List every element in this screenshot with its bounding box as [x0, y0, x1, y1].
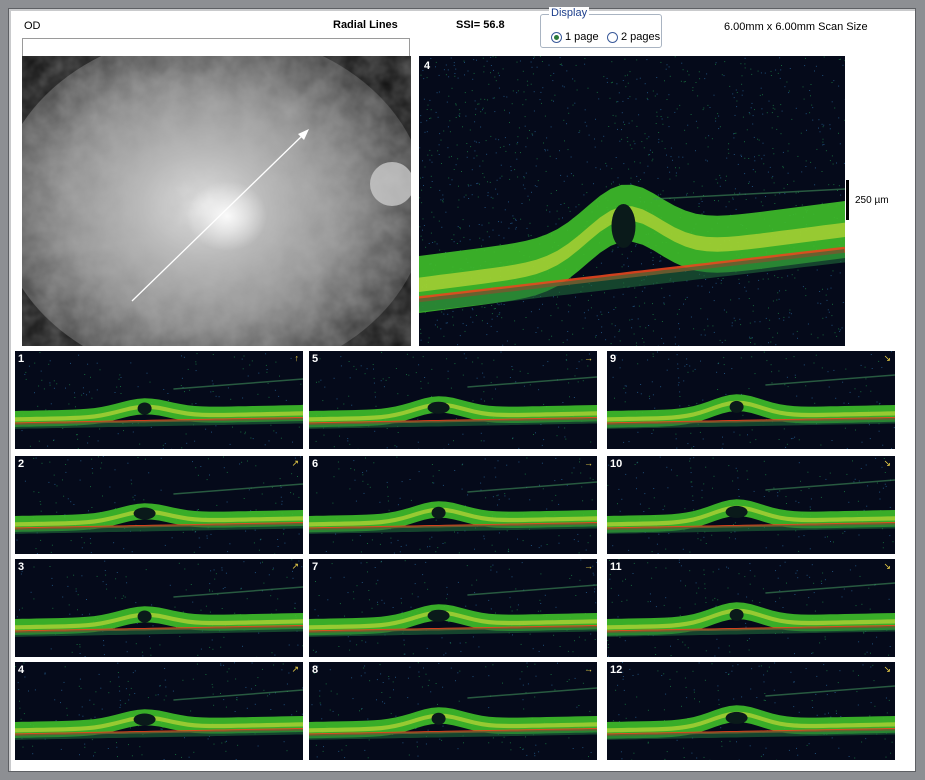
oct-thumbnail-1[interactable]: 1 ↑: [15, 351, 303, 449]
direction-arrow-icon: ↘: [883, 353, 891, 363]
direction-arrow-icon: ↗: [291, 458, 299, 468]
direction-arrow-icon: ↘: [883, 458, 891, 468]
thumbnail-number: 8: [312, 664, 319, 676]
scan-size-label: 6.00mm x 6.00mm Scan Size: [724, 21, 868, 33]
direction-arrow-icon: ↑: [294, 353, 300, 363]
radio-selected-icon[interactable]: [551, 31, 562, 43]
display-option-1-page[interactable]: 1 page: [551, 31, 599, 43]
oct-thumbnail-8[interactable]: 8 →: [309, 662, 597, 760]
thumbnail-number: 4: [18, 664, 25, 676]
oct-thumbnail-10[interactable]: 10 ↘: [607, 456, 895, 554]
thumbnail-number: 9: [610, 353, 617, 365]
thumbnail-number: 11: [610, 561, 622, 573]
scan-type-label: Radial Lines: [333, 19, 398, 31]
fundus-image: [22, 56, 411, 346]
oct-thumbnail-11[interactable]: 11 ↘: [607, 559, 895, 657]
thumbnail-number: 5: [312, 353, 319, 365]
display-legend: Display: [549, 7, 590, 19]
display-group: Display 1 page 2 pages: [540, 7, 662, 48]
oct-thumbnail-7[interactable]: 7 →: [309, 559, 597, 657]
direction-arrow-icon: ↘: [883, 561, 891, 571]
oct-thumbnail-5[interactable]: 5 →: [309, 351, 597, 449]
direction-arrow-icon: →: [584, 664, 593, 674]
display-option-label: 2 pages: [621, 31, 661, 43]
fundus-title-bar: [22, 38, 410, 57]
oct-thumbnail-4[interactable]: 4 ↗: [15, 662, 303, 760]
oct-thumbnail-3[interactable]: 3 ↗: [15, 559, 303, 657]
thumbnail-number: 10: [610, 458, 623, 470]
direction-arrow-icon: →: [584, 353, 593, 363]
main-oct-scan[interactable]: 4: [419, 56, 845, 346]
thumbnail-number: 7: [312, 561, 319, 573]
thumbnail-number: 3: [18, 561, 25, 573]
thumbnail-number: 6: [312, 458, 319, 470]
thumbnail-number: 12: [610, 664, 623, 676]
scale-bar-label: 250 µm: [855, 195, 889, 206]
direction-arrow-icon: ↘: [883, 664, 891, 674]
direction-arrow-icon: ↗: [291, 664, 299, 674]
ssi-label: SSI= 56.8: [456, 19, 505, 31]
oct-thumbnail-6[interactable]: 6 →: [309, 456, 597, 554]
oct-thumbnail-12[interactable]: 12 ↘: [607, 662, 895, 760]
direction-arrow-icon: ↗: [291, 561, 299, 571]
thumbnail-number: 1: [18, 353, 25, 365]
display-option-2-pages[interactable]: 2 pages: [607, 31, 660, 43]
display-option-label: 1 page: [565, 31, 599, 43]
radio-unselected-icon[interactable]: [607, 31, 618, 43]
oct-thumbnail-9[interactable]: 9 ↘: [607, 351, 895, 449]
eye-label: OD: [24, 20, 41, 32]
direction-arrow-icon: →: [584, 458, 593, 468]
scale-bar: [846, 180, 849, 220]
thumbnail-number: 2: [18, 458, 25, 470]
oct-thumbnail-2[interactable]: 2 ↗: [15, 456, 303, 554]
scan-number-label: 4: [424, 60, 431, 72]
direction-arrow-icon: →: [584, 561, 593, 571]
